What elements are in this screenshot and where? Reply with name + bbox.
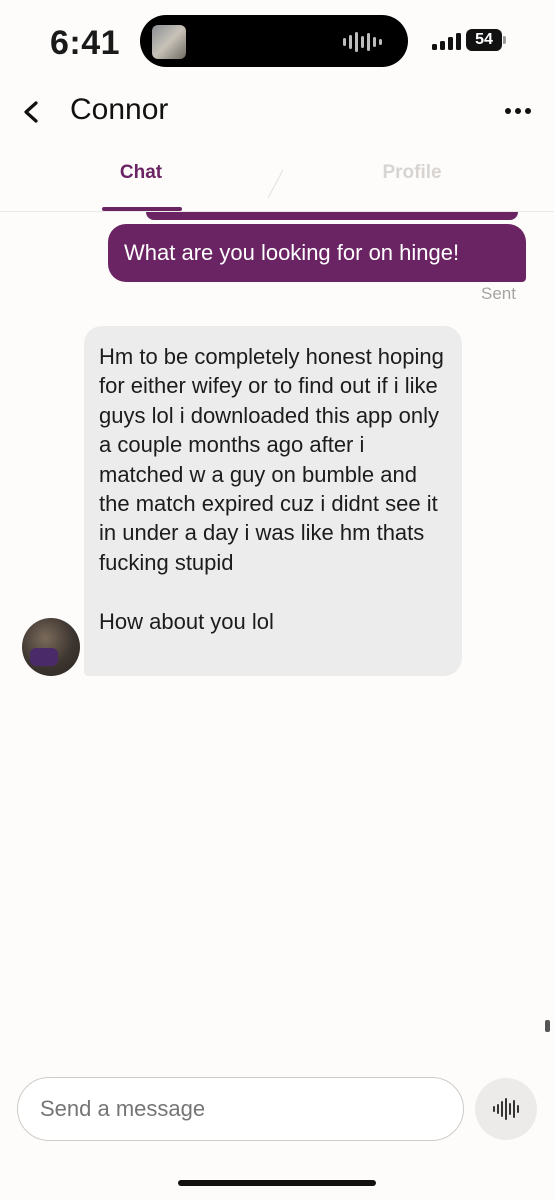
battery-level: 54 <box>475 31 493 48</box>
cellular-signal-icon <box>432 32 461 50</box>
sent-status: Sent <box>481 284 516 303</box>
tab-profile[interactable]: Profile <box>366 162 458 184</box>
voice-waveform-icon <box>493 1106 495 1112</box>
chevron-left-icon <box>24 101 38 123</box>
status-bar: 6:41 54 <box>0 0 554 84</box>
back-button[interactable] <box>18 94 46 130</box>
tab-divider <box>267 169 284 199</box>
received-message-text: Hm to be completely honest hoping for ei… <box>99 344 444 634</box>
dynamic-island[interactable] <box>140 15 408 67</box>
tab-chat[interactable]: Chat <box>100 162 182 184</box>
sent-message-bubble[interactable]: What are you looking for on hinge! <box>108 224 526 282</box>
voice-message-button[interactable] <box>475 1078 537 1140</box>
battery-icon: 54 <box>466 29 502 51</box>
ellipsis-icon <box>505 108 511 114</box>
home-indicator[interactable] <box>178 1180 376 1186</box>
received-message-bubble[interactable]: Hm to be completely honest hoping for ei… <box>84 326 462 676</box>
scrollbar[interactable] <box>545 1020 550 1032</box>
battery-tip <box>503 36 506 44</box>
more-options-button[interactable] <box>500 98 536 124</box>
conversation-header: Connor <box>0 84 554 140</box>
sent-message-text: What are you looking for on hinge! <box>124 240 460 265</box>
status-time: 6:41 <box>50 24 121 62</box>
avatar[interactable] <box>22 618 80 676</box>
previous-sent-bubble <box>146 212 518 220</box>
tab-bar: Chat Profile <box>0 150 554 212</box>
contact-name[interactable]: Connor <box>70 93 168 127</box>
message-input[interactable] <box>17 1077 464 1141</box>
now-playing-thumbnail <box>152 25 186 59</box>
audio-waveform-icon <box>343 31 382 53</box>
active-tab-indicator <box>102 207 182 211</box>
